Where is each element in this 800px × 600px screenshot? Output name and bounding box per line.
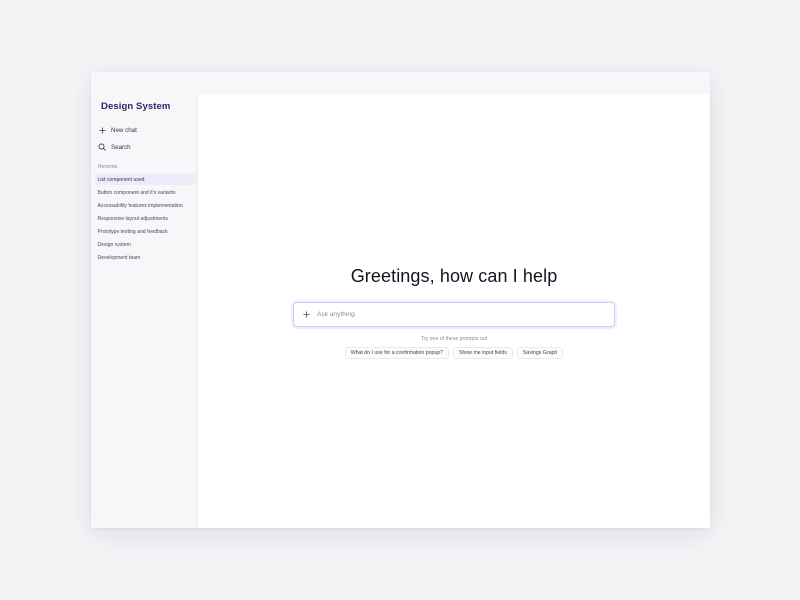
prompt-chip-confirmation-popup[interactable]: What do I use for a confirmation popup? bbox=[344, 347, 450, 359]
recent-item-label: Accessability features implementation bbox=[97, 202, 183, 209]
new-chat-label: New chat bbox=[111, 126, 137, 134]
new-chat-button[interactable]: New chat bbox=[98, 123, 193, 137]
plus-icon[interactable] bbox=[302, 311, 310, 319]
prompt-hint: Try one of these prompts out bbox=[420, 336, 488, 342]
recent-item-responsive-layout[interactable]: Responsive layout adjustments bbox=[95, 213, 196, 224]
suggested-prompts: What do I use for a confirmation popup? … bbox=[198, 347, 710, 359]
prompt-chip-input-fields[interactable]: Show me input fields bbox=[453, 347, 513, 359]
prompt-chip-savings-graph[interactable]: Savings Graph bbox=[516, 347, 564, 359]
search-icon bbox=[98, 143, 106, 151]
window-top-bar bbox=[91, 72, 710, 94]
recents-heading: Recents bbox=[98, 164, 118, 170]
sidebar: Design System New chat Search Recents Li… bbox=[91, 94, 198, 528]
recent-item-label: Button component and it's variants bbox=[97, 189, 176, 196]
backdrop: Design System New chat Search Recents Li… bbox=[0, 0, 800, 600]
search-label: Search bbox=[111, 143, 131, 151]
app-window: Design System New chat Search Recents Li… bbox=[91, 72, 710, 528]
recent-item-list-component[interactable]: List component used bbox=[95, 174, 196, 185]
ask-box bbox=[293, 302, 615, 327]
recent-item-design-system[interactable]: Design system bbox=[95, 239, 196, 250]
plus-icon bbox=[98, 126, 106, 134]
recent-item-label: Responsive layout adjustments bbox=[97, 215, 169, 222]
recent-item-accessability[interactable]: Accessability features implementation bbox=[95, 200, 196, 211]
greeting-heading: Greetings, how can I help bbox=[350, 266, 558, 286]
recent-item-label: Development team bbox=[97, 254, 141, 261]
search-button[interactable]: Search bbox=[98, 140, 193, 154]
brand-title: Design System bbox=[101, 101, 171, 112]
chat-main: Greetings, how can I help Try one of the… bbox=[198, 94, 710, 528]
recent-item-label: Prototype testing and feedback bbox=[97, 228, 168, 235]
recent-item-button-component[interactable]: Button component and it's variants bbox=[95, 187, 196, 198]
recent-item-development-team[interactable]: Development team bbox=[95, 252, 196, 263]
recent-item-prototype-testing[interactable]: Prototype testing and feedback bbox=[95, 226, 196, 237]
recent-item-label: Design system bbox=[97, 241, 131, 248]
recent-item-label: List component used bbox=[97, 176, 145, 183]
ask-input[interactable] bbox=[317, 311, 597, 318]
